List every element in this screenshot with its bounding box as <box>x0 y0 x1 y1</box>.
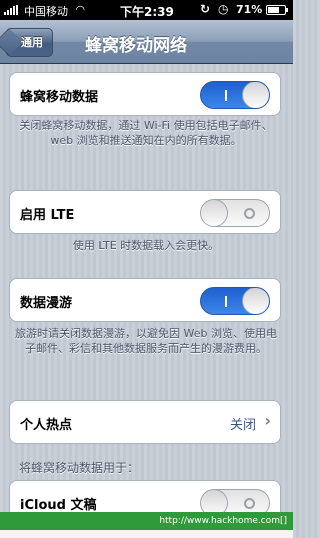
back-button-label: 通用 <box>21 36 43 49</box>
data-roaming-toggle[interactable] <box>200 287 270 315</box>
wifi-icon: ◠ <box>76 3 85 16</box>
section-header: 将蜂窝移动数据用于： <box>19 461 140 475</box>
cellular-data-label: 蜂窝移动数据 <box>20 90 99 105</box>
personal-hotspot-label: 个人热点 <box>20 418 73 433</box>
status-time: 下午2:39 <box>120 5 174 19</box>
toggle-knob <box>242 288 269 314</box>
lte-label: 启用 LTE <box>20 208 75 223</box>
watermark-text: http://www.hackhome.com[] <box>159 516 287 526</box>
battery-icon <box>266 5 288 15</box>
data-roaming-description: 旅游时请关闭数据漫游，以避免因 Web 浏览、使用电子邮件、彩信和其他数据服务而… <box>15 327 277 355</box>
toggle-knob <box>242 82 269 108</box>
data-roaming-label: 数据漫游 <box>20 296 73 311</box>
on-indicator-icon <box>225 296 227 307</box>
personal-hotspot-row[interactable]: 个人热点 关闭 › <box>9 400 281 444</box>
off-indicator-icon <box>244 208 255 219</box>
lte-toggle[interactable] <box>200 199 270 227</box>
cellular-data-row: 蜂窝移动数据 <box>9 72 281 116</box>
back-button[interactable]: 通用 <box>6 28 53 57</box>
personal-hotspot-value: 关闭 <box>229 418 256 433</box>
toggle-knob <box>201 200 228 226</box>
page-title: 蜂窝移动网络 <box>85 36 187 56</box>
alarm-clock-icon: ◷ <box>218 2 229 16</box>
carrier-name: 中国移动 <box>24 5 68 18</box>
navigation-bar: 通用 蜂窝移动网络 <box>0 20 293 64</box>
cellular-data-toggle[interactable] <box>200 81 270 109</box>
orientation-lock-icon: ↻ <box>200 2 211 16</box>
lte-description: 使用 LTE 时数据载入会更快。 <box>72 239 220 252</box>
signal-strength-icon <box>4 5 18 15</box>
lte-row: 启用 LTE <box>9 190 281 234</box>
bottom-strip <box>0 530 293 538</box>
cellular-data-description: 关闭蜂窝移动数据，通过 Wi-Fi 使用包括电子邮件、web 浏览和推送通知在内… <box>19 119 273 147</box>
data-roaming-row: 数据漫游 <box>9 278 281 322</box>
icloud-documents-label: iCloud 文稿 <box>20 498 97 513</box>
off-indicator-icon <box>244 498 255 509</box>
on-indicator-icon <box>225 90 227 101</box>
status-bar: 中国移动 ◠ 下午2:39 ↻ ◷ 71% <box>0 0 293 20</box>
battery-percent: 71% <box>236 3 263 16</box>
watermark-banner: http://www.hackhome.com[] <box>0 512 293 530</box>
chevron-right-icon: › <box>264 411 271 430</box>
